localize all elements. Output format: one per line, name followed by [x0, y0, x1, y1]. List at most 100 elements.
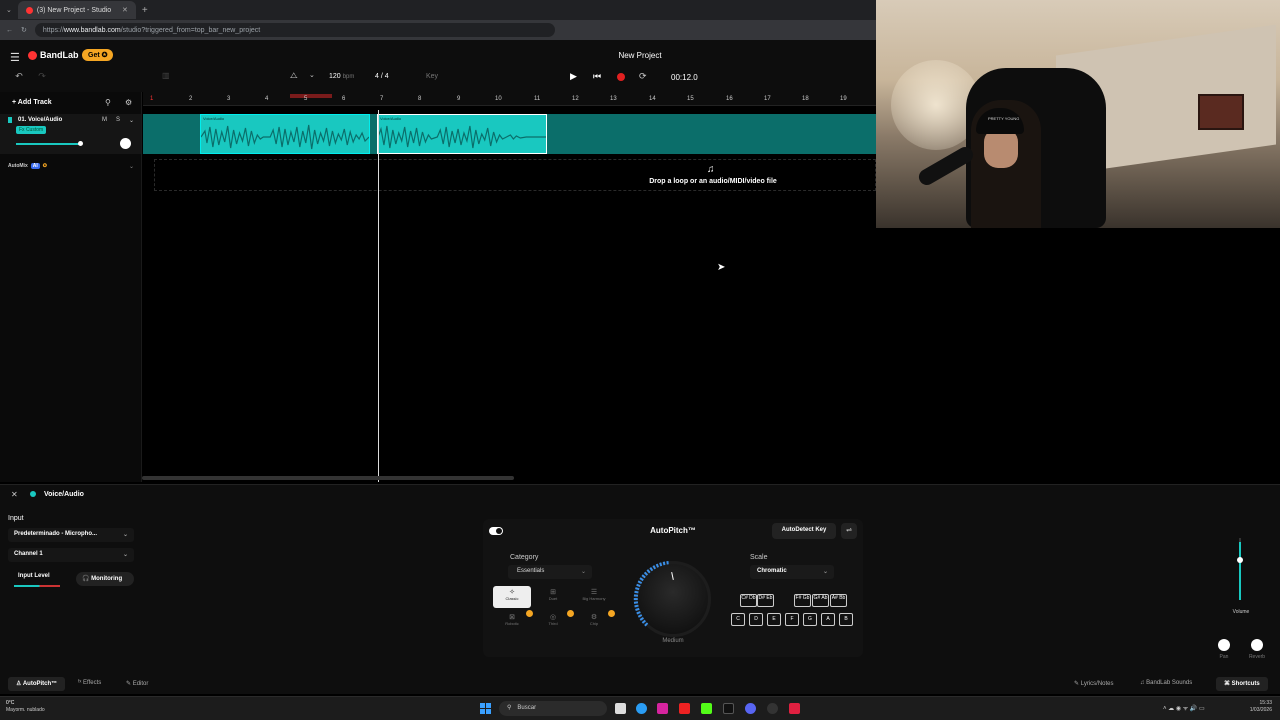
- style-duet-button[interactable]: ⊞ Duet: [534, 586, 572, 608]
- piano-key-a[interactable]: A: [821, 613, 835, 626]
- record-button[interactable]: [617, 73, 625, 81]
- close-panel-icon[interactable]: ✕: [11, 490, 18, 499]
- horizontal-scrollbar[interactable]: [142, 476, 514, 480]
- piano-key-c-sharp[interactable]: C# Db: [740, 594, 757, 607]
- piano-key-a-sharp[interactable]: A# Bb: [830, 594, 847, 607]
- bar-number: 1: [150, 96, 154, 102]
- piano-key-d[interactable]: D: [749, 613, 763, 626]
- piano-key-d-sharp[interactable]: D# Eb: [757, 594, 774, 607]
- scale-select[interactable]: Chromatic ⌄: [750, 565, 834, 579]
- loop-region[interactable]: [290, 94, 332, 98]
- skip-to-start-icon[interactable]: ⏮: [593, 71, 601, 82]
- channel-select[interactable]: Channel 1 ⌄: [8, 548, 134, 562]
- instagram-icon[interactable]: [657, 703, 668, 714]
- solo-button[interactable]: S: [116, 117, 120, 123]
- url-field[interactable]: https://www.bandlab.com/studio?triggered…: [34, 23, 555, 37]
- style-big-harmony-button[interactable]: ☰ Big Harmony: [575, 586, 613, 608]
- automix-row[interactable]: AutoMix AI ✪: [8, 163, 47, 169]
- tab-lyrics-notes[interactable]: ✎ Lyrics/Notes: [1066, 677, 1122, 691]
- autodetect-key-button[interactable]: AutoDetect Key: [772, 523, 836, 539]
- autopitch-panel: AutoPitch™ AutoDetect Key ⇌ Category Ess…: [483, 519, 863, 657]
- play-icon[interactable]: ▶: [570, 71, 577, 82]
- project-title[interactable]: New Project: [540, 51, 740, 60]
- category-select[interactable]: Essentials ⌄: [508, 565, 592, 579]
- tracks-settings-icon[interactable]: ⚙: [125, 98, 132, 107]
- reload-icon[interactable]: ↻: [21, 26, 27, 34]
- track-volume-slider[interactable]: [16, 143, 80, 145]
- timeline-ruler[interactable]: 1 2 3 4 5 6 7 8 9 10 11 12 13 14 15 16 1…: [143, 92, 876, 106]
- automix-chevron-icon[interactable]: ⌄: [129, 163, 134, 170]
- tiktok-icon[interactable]: [723, 703, 734, 714]
- obs-icon[interactable]: [767, 703, 778, 714]
- bandlab-logo[interactable]: BandLab: [28, 50, 79, 60]
- ai-badge: AI: [30, 163, 40, 169]
- settings-sliders-icon[interactable]: ⇌: [841, 523, 857, 539]
- undo-icon[interactable]: ↶: [12, 71, 26, 85]
- piano-key-g[interactable]: G: [803, 613, 817, 626]
- tempo-field[interactable]: 120 bpm: [329, 73, 354, 80]
- mute-button[interactable]: M: [102, 117, 107, 123]
- audio-clip[interactable]: Voice/Audio: [200, 114, 370, 154]
- bpm-value: 120: [329, 73, 341, 80]
- pan-knob[interactable]: [1218, 639, 1230, 651]
- tab-editor[interactable]: ✎ Editor: [118, 677, 156, 691]
- tab-bandlab-sounds[interactable]: ♫ BandLab Sounds: [1132, 677, 1200, 691]
- piano-key-b[interactable]: B: [839, 613, 853, 626]
- reverb-knob[interactable]: [1251, 639, 1263, 651]
- reverb-label: Reverb: [1248, 654, 1266, 660]
- windows-start-icon[interactable]: [480, 703, 491, 714]
- back-icon[interactable]: ←: [6, 27, 13, 34]
- metronome-chevron-icon[interactable]: ⌄: [309, 71, 315, 79]
- piano-key-e[interactable]: E: [767, 613, 781, 626]
- taskbar-clock[interactable]: 15:33 1/03/2026: [1240, 700, 1272, 714]
- drop-zone[interactable]: [154, 159, 876, 191]
- piano-key-f[interactable]: F: [785, 613, 799, 626]
- system-tray-icons[interactable]: ˄ ☁ ◉ ᯤ 🔊 ▭: [1163, 704, 1205, 712]
- youtube-icon[interactable]: [679, 703, 690, 714]
- close-tab-icon[interactable]: ✕: [122, 6, 128, 14]
- redo-icon[interactable]: ↷: [35, 71, 49, 85]
- edge-browser-icon[interactable]: [636, 703, 647, 714]
- piano-key-g-sharp[interactable]: G# Ab: [812, 594, 829, 607]
- kick-icon[interactable]: [701, 703, 712, 714]
- audio-clip-selected[interactable]: Voice/Audio: [377, 114, 547, 154]
- track-row-voice-audio[interactable]: 01. Voice/Audio Fx Custom M S ⌄: [0, 114, 141, 154]
- tab-autopitch[interactable]: ♙ AutoPitch™: [8, 677, 66, 691]
- get-membership-button[interactable]: Get ✪: [82, 49, 114, 61]
- monitoring-button[interactable]: 🎧 Monitoring: [76, 572, 134, 586]
- piano-key-c[interactable]: C: [731, 613, 745, 626]
- tab-effects[interactable]: ᶠˣ Effects: [70, 677, 109, 691]
- pitch-amount-knob[interactable]: [638, 564, 708, 634]
- midi-keyboard-icon[interactable]: ▥: [162, 71, 170, 80]
- track-header-column: + Add Track ⚲ ⚙ 01. Voice/Audio Fx Custo…: [0, 92, 142, 482]
- discord-icon[interactable]: [745, 703, 756, 714]
- volume-slider-fill[interactable]: [1239, 542, 1241, 600]
- fx-custom-badge[interactable]: Fx Custom: [16, 126, 47, 134]
- key-button[interactable]: Key: [426, 73, 438, 80]
- browser-tab[interactable]: (3) New Project - Studio ✕: [17, 1, 136, 19]
- track-chevron-icon[interactable]: ⌄: [129, 117, 134, 124]
- volume-slider-handle[interactable]: [1237, 557, 1243, 563]
- tab-list-chevron-icon[interactable]: ⌄: [6, 6, 12, 14]
- piano-key-f-sharp[interactable]: F# Gb: [794, 594, 811, 607]
- track-pan-knob[interactable]: [120, 138, 131, 149]
- taskbar-search[interactable]: ⚲ Buscar: [499, 701, 607, 716]
- new-tab-button[interactable]: +: [142, 5, 148, 16]
- weather-widget[interactable]: 0°C Mayorm. nublado: [6, 700, 45, 714]
- track-name[interactable]: 01. Voice/Audio: [18, 117, 62, 123]
- bandlab-app-icon[interactable]: [789, 703, 800, 714]
- autopitch-toggle[interactable]: [489, 527, 503, 535]
- magnet-icon[interactable]: ⚲: [105, 98, 111, 107]
- time-signature[interactable]: 4 / 4: [375, 73, 389, 80]
- loop-icon[interactable]: ⟳: [639, 71, 647, 82]
- hamburger-menu-icon[interactable]: ☰: [10, 51, 20, 64]
- bandlab-logo-text: BandLab: [40, 50, 79, 60]
- track-volume-handle[interactable]: [78, 141, 83, 146]
- input-device-select[interactable]: Predeterminado - Micropho... ⌄: [8, 528, 134, 542]
- style-classic-button[interactable]: ✧ Classic: [493, 586, 531, 608]
- add-track-button[interactable]: + Add Track: [12, 99, 52, 106]
- playhead[interactable]: [378, 110, 379, 482]
- metronome-icon[interactable]: ⧍: [290, 71, 297, 81]
- tab-shortcuts[interactable]: ⌘ Shortcuts: [1216, 677, 1268, 691]
- file-explorer-icon[interactable]: [615, 703, 626, 714]
